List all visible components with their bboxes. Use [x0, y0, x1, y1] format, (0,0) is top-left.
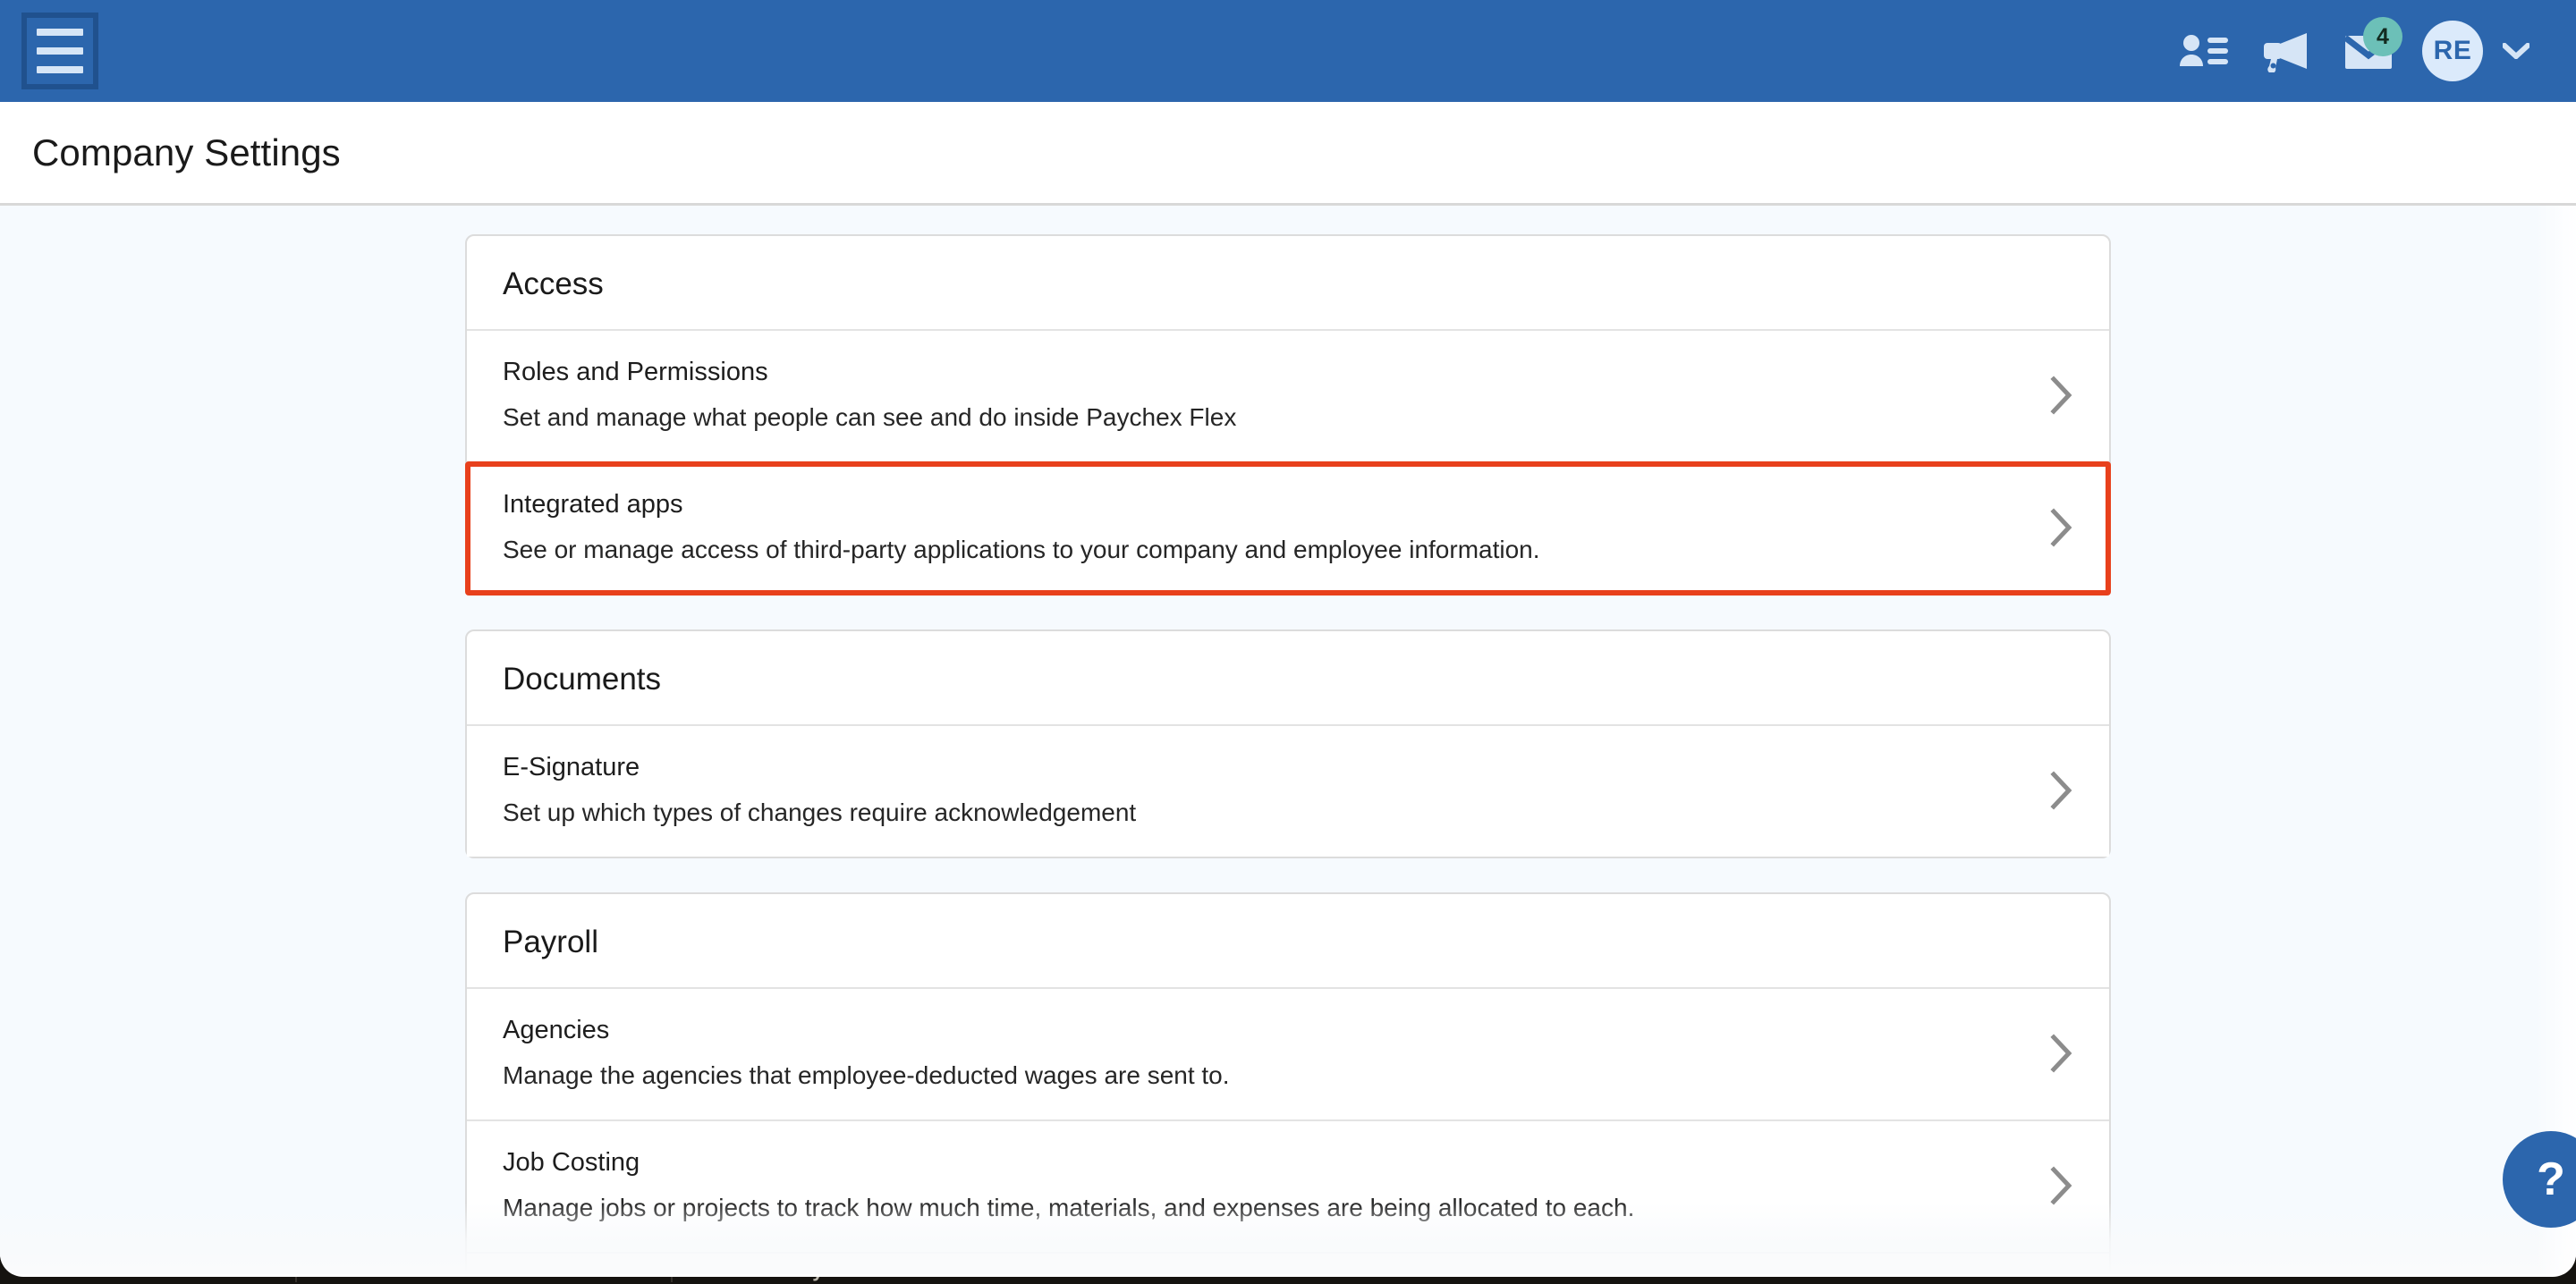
row-description: Manage jobs or projects to track how muc…: [503, 1194, 1635, 1222]
settings-row-agencies[interactable]: Agencies Manage the agencies that employ…: [467, 989, 2109, 1122]
settings-row-roles-and-permissions[interactable]: Roles and Permissions Set and manage wha…: [467, 331, 2109, 464]
row-description: See or manage access of third-party appl…: [503, 535, 1540, 563]
row-title: Integrated apps: [503, 490, 683, 520]
chevron-right-icon: [2050, 771, 2073, 810]
header-actions: 4 RE: [2163, 10, 2544, 92]
settings-row-job-costing[interactable]: Job Costing Manage jobs or projects to t…: [467, 1121, 2109, 1254]
row-description: Set up which types of changes require ac…: [503, 798, 1137, 827]
envelope-icon[interactable]: 4: [2327, 10, 2410, 92]
avatar[interactable]: RE: [2422, 21, 2483, 81]
row-title: E-Signature: [503, 753, 640, 782]
contact-card-icon[interactable]: [2163, 10, 2245, 92]
settings-row-labor-distribution[interactable]: Labor Distribution: [467, 1254, 2109, 1274]
section-header: Documents: [467, 631, 2109, 727]
chevron-down-icon[interactable]: [2488, 23, 2544, 79]
hamburger-menu-icon[interactable]: [21, 13, 98, 89]
section-title: Payroll: [503, 925, 598, 960]
row-text: Agencies Manage the agencies that employ…: [503, 1016, 1230, 1090]
settings-row-e-signature[interactable]: E-Signature Set up which types of change…: [467, 726, 2109, 857]
section-title: Documents: [503, 662, 662, 697]
page-title-bar: Company Settings: [0, 102, 2576, 206]
row-text: Roles and Permissions Set and manage wha…: [503, 358, 1237, 432]
row-title: Roles and Permissions: [503, 358, 768, 386]
row-text: E-Signature Set up which types of change…: [503, 753, 1137, 827]
page-title: Company Settings: [32, 131, 341, 173]
chevron-right-icon: [2050, 376, 2073, 415]
browser-viewport: 4 RE Company Settings Access Roles and P…: [0, 0, 2576, 1277]
row-text: Integrated apps See or manage access of …: [503, 490, 1540, 564]
settings-section-access: Access Roles and Permissions Set and man…: [465, 234, 2111, 596]
row-text: Job Costing Manage jobs or projects to t…: [503, 1148, 1635, 1222]
hamburger-bar: [37, 29, 83, 36]
section-header: Access: [467, 236, 2109, 331]
settings-row-integrated-apps[interactable]: Integrated apps See or manage access of …: [465, 461, 2111, 596]
message-count-badge: 4: [2363, 17, 2402, 56]
hamburger-bar: [37, 47, 83, 55]
chevron-right-icon: [2050, 1166, 2073, 1205]
section-title: Access: [503, 266, 604, 301]
app-header-bar: 4 RE: [0, 0, 2576, 102]
right-edge-fade: [2535, 206, 2576, 1274]
row-title: Agencies: [503, 1016, 610, 1045]
row-title: Job Costing: [503, 1148, 640, 1178]
settings-section-documents: Documents E-Signature Set up which types…: [465, 629, 2111, 859]
chevron-right-icon: [2050, 1034, 2073, 1073]
help-button[interactable]: ?: [2503, 1131, 2576, 1228]
settings-cards: Access Roles and Permissions Set and man…: [465, 234, 2111, 1274]
settings-content: Access Roles and Permissions Set and man…: [0, 206, 2576, 1274]
row-description: Manage the agencies that employee-deduct…: [503, 1061, 1230, 1090]
row-description: Set and manage what people can see and d…: [503, 402, 1237, 431]
settings-section-payroll: Payroll Agencies Manage the agencies tha…: [465, 892, 2111, 1274]
chevron-right-icon: [2050, 508, 2073, 547]
megaphone-icon[interactable]: [2245, 10, 2327, 92]
section-header: Payroll: [467, 894, 2109, 990]
hamburger-bar: [37, 66, 83, 73]
